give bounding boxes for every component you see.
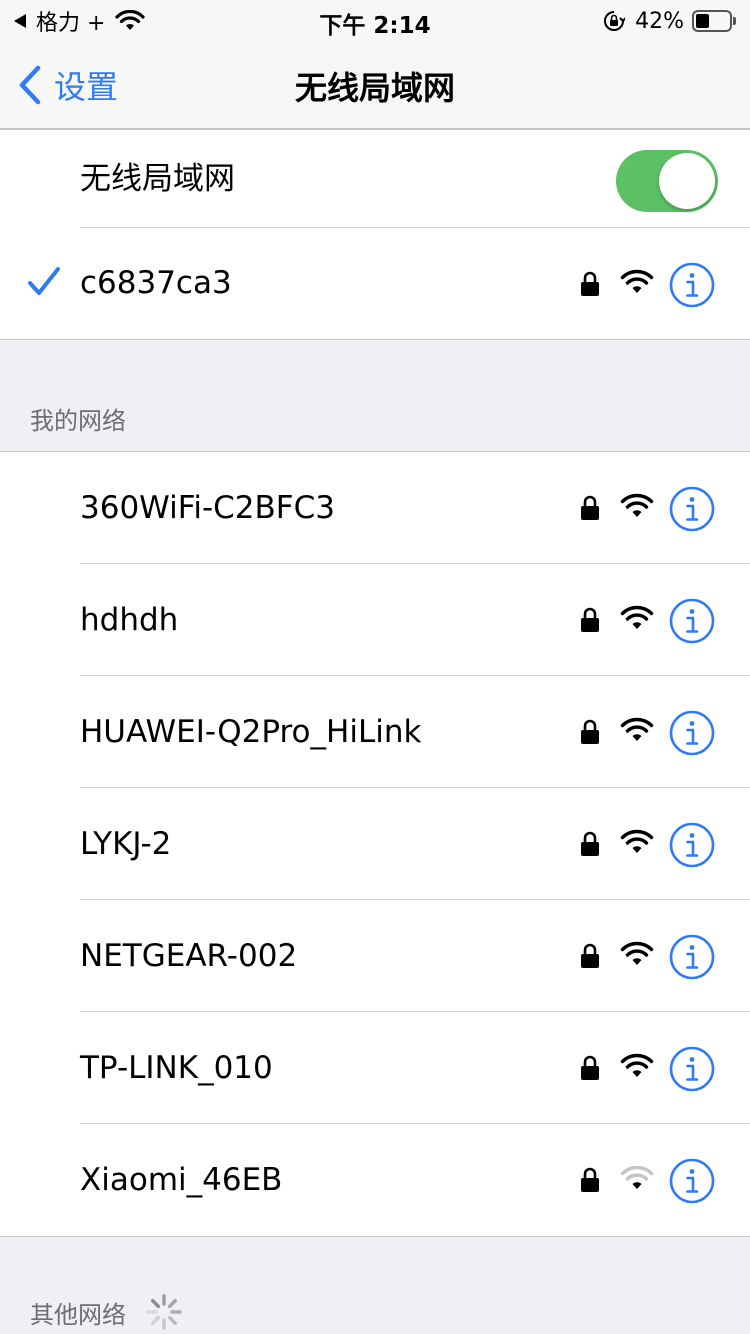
- lock-icon: [581, 607, 599, 632]
- wifi-signal-icon: [620, 269, 654, 293]
- connected-network-name: c6837ca3: [80, 265, 232, 301]
- wifi-toggle-label: 无线局域网: [80, 161, 235, 197]
- info-icon[interactable]: [669, 710, 715, 756]
- wifi-signal-icon: [620, 493, 654, 517]
- status-bar-right: 42%: [603, 7, 736, 35]
- wifi-signal-icon: [620, 1053, 654, 1077]
- wifi-settings-group: 无线局域网 c6837ca3: [0, 129, 750, 340]
- wifi-toggle-row: 无线局域网: [0, 130, 750, 228]
- network-name: Xiaomi_46EB: [80, 1162, 283, 1198]
- wifi-signal-icon: [620, 941, 654, 965]
- my-networks-header-label: 我的网络: [30, 407, 126, 435]
- network-row[interactable]: 360WiFi-C2BFC3: [0, 452, 750, 564]
- toggle-knob: [659, 153, 715, 209]
- network-row[interactable]: hdhdh: [0, 564, 750, 676]
- info-icon[interactable]: [669, 822, 715, 868]
- my-networks-header: 我的网络: [30, 401, 126, 436]
- my-networks-list: 360WiFi-C2BFC3 hdhdh HUAWEI-Q2Pro_HiLink LY…: [0, 451, 750, 1237]
- network-name: hdhdh: [80, 602, 179, 638]
- status-bar: 格力 + 下午 2:14 42%: [0, 0, 750, 40]
- network-name: TP-LINK_010: [80, 1050, 273, 1086]
- lock-icon: [581, 271, 599, 296]
- info-icon[interactable]: [669, 1046, 715, 1092]
- lock-icon: [581, 719, 599, 744]
- lock-icon: [581, 831, 599, 856]
- network-row[interactable]: NETGEAR-002: [0, 900, 750, 1012]
- network-name: NETGEAR-002: [80, 938, 298, 974]
- info-icon[interactable]: [669, 262, 715, 308]
- info-icon[interactable]: [669, 1158, 715, 1204]
- loading-spinner-icon: [146, 1294, 182, 1330]
- wifi-signal-icon: [620, 1165, 654, 1189]
- lock-icon: [581, 1055, 599, 1080]
- network-row[interactable]: Xiaomi_46EB: [0, 1124, 750, 1236]
- lock-icon: [581, 1167, 599, 1192]
- network-name: LYKJ-2: [80, 826, 172, 862]
- lock-icon: [581, 495, 599, 520]
- network-name: HUAWEI-Q2Pro_HiLink: [80, 714, 422, 750]
- other-networks-header-label: 其他网络: [30, 1300, 126, 1329]
- connected-network-row[interactable]: c6837ca3: [0, 228, 750, 339]
- other-networks-header: 其他网络: [30, 1292, 184, 1332]
- battery-icon: [692, 10, 736, 32]
- info-icon[interactable]: [669, 598, 715, 644]
- network-row[interactable]: TP-LINK_010: [0, 1012, 750, 1124]
- navigation-bar: 设置 无线局域网: [0, 40, 750, 129]
- wifi-toggle-switch[interactable]: [616, 150, 718, 212]
- info-icon[interactable]: [669, 934, 715, 980]
- checkmark-icon: [28, 267, 60, 295]
- lock-icon: [581, 943, 599, 968]
- wifi-signal-icon: [620, 605, 654, 629]
- network-row[interactable]: HUAWEI-Q2Pro_HiLink: [0, 676, 750, 788]
- page-title: 无线局域网: [294, 69, 455, 107]
- wifi-signal-icon: [620, 829, 654, 853]
- network-row[interactable]: LYKJ-2: [0, 788, 750, 900]
- info-icon[interactable]: [669, 486, 715, 532]
- wifi-signal-icon: [620, 717, 654, 741]
- network-name: 360WiFi-C2BFC3: [80, 490, 335, 526]
- battery-percent: 42%: [635, 8, 684, 34]
- orientation-lock-icon: [604, 11, 626, 31]
